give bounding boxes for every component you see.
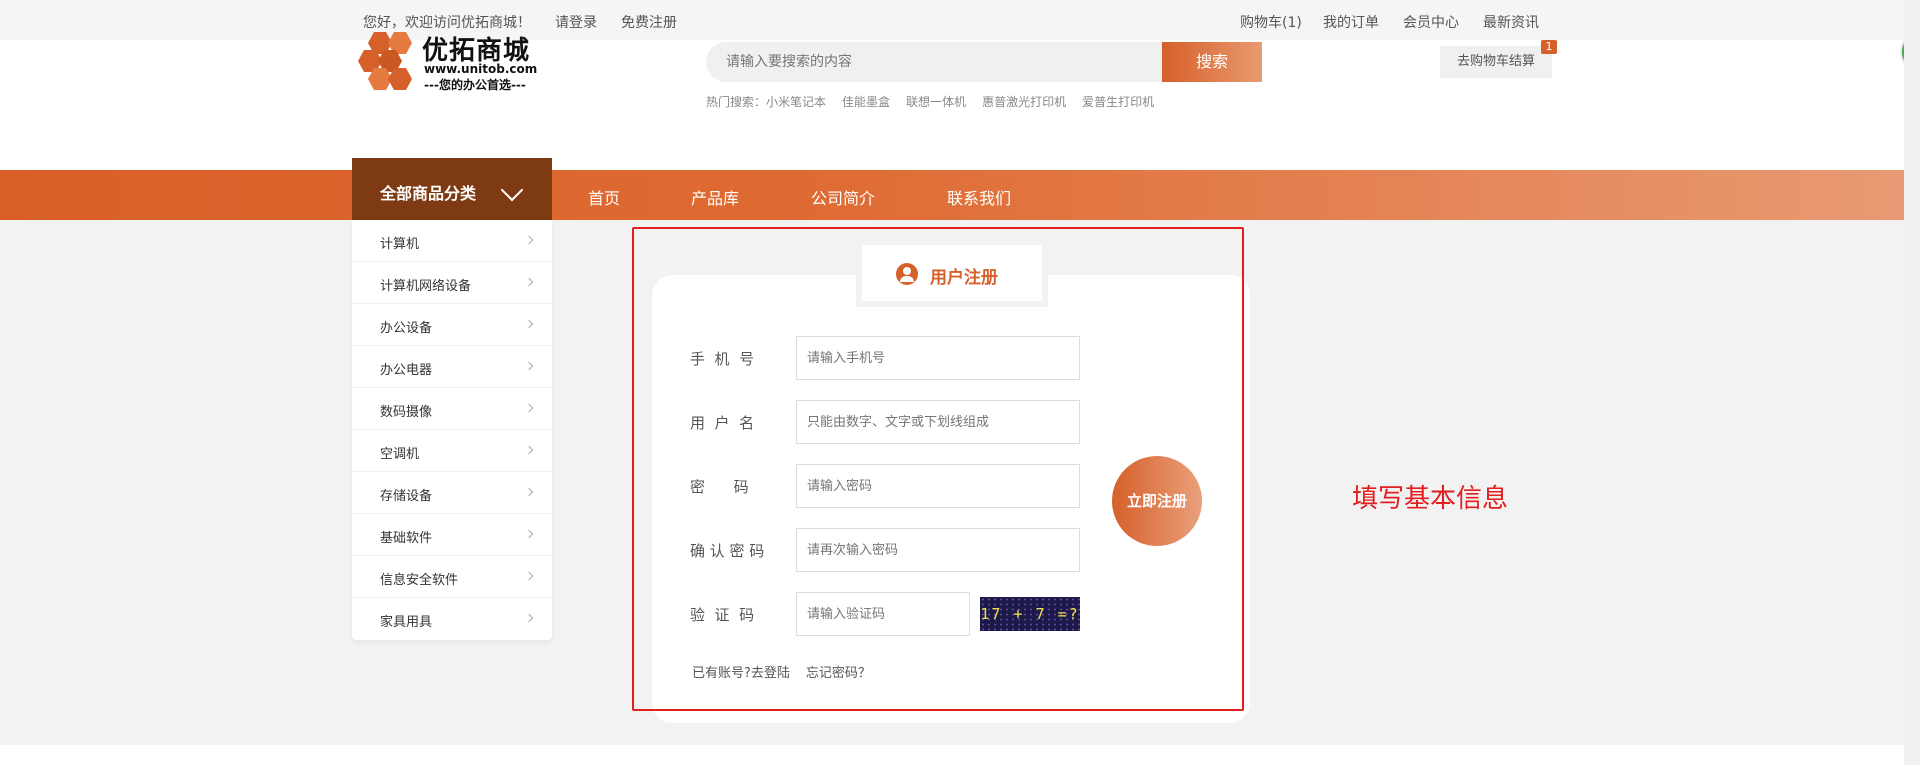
member-center-link[interactable]: 会员中心	[1403, 12, 1459, 32]
category-sidebar: 计算机 计算机网络设备 办公设备 办公电器 数码摄像 空调机 存储设备 基础软件…	[352, 220, 552, 640]
chevron-right-icon	[524, 445, 534, 455]
cart-count-badge: 1	[1541, 40, 1557, 54]
category-item[interactable]: 数码摄像	[352, 388, 552, 430]
category-item[interactable]: 存储设备	[352, 472, 552, 514]
login-link[interactable]: 请登录	[555, 12, 597, 32]
category-label: 存储设备	[380, 489, 433, 504]
search-button[interactable]: 搜索	[1162, 42, 1262, 82]
welcome-text: 您好，欢迎访问优拓商城！	[363, 15, 531, 31]
chevron-right-icon	[524, 487, 534, 497]
chevron-right-icon	[524, 235, 534, 245]
category-item[interactable]: 家具用具	[352, 598, 552, 640]
highlight-box	[632, 227, 1244, 711]
nav-company[interactable]: 公司简介	[811, 185, 875, 209]
logo-slogan: ---您的办公首选---	[424, 78, 526, 92]
annotation-text: 填写基本信息	[1352, 484, 1509, 514]
chevron-right-icon	[524, 571, 534, 581]
register-link[interactable]: 免费注册	[621, 12, 677, 32]
search-input[interactable]	[726, 42, 1146, 82]
logo-url: www.unitob.com	[424, 62, 538, 76]
category-item[interactable]: 空调机	[352, 430, 552, 472]
news-link[interactable]: 最新资讯	[1483, 12, 1539, 32]
scrollbar[interactable]	[1904, 0, 1920, 765]
all-categories-label: 全部商品分类	[380, 184, 477, 203]
category-item[interactable]: 办公设备	[352, 304, 552, 346]
hot-search-label: 热门搜索：	[706, 95, 767, 109]
nav-contact[interactable]: 联系我们	[947, 185, 1011, 209]
footer-strip	[0, 745, 1904, 765]
chevron-right-icon	[524, 319, 534, 329]
checkout-cart-button[interactable]: 去购物车结算	[1440, 46, 1552, 78]
chevron-down-icon	[500, 178, 524, 202]
category-label: 空调机	[380, 447, 420, 462]
orders-link[interactable]: 我的订单	[1323, 12, 1379, 32]
hot-search-item[interactable]: 小米笔记本	[766, 95, 826, 109]
category-label: 计算机网络设备	[380, 279, 472, 294]
nav-products[interactable]: 产品库	[691, 185, 739, 209]
chevron-right-icon	[524, 277, 534, 287]
category-label: 信息安全软件	[380, 573, 459, 588]
chevron-right-icon	[524, 529, 534, 539]
cart-link[interactable]: 购物车(1)	[1240, 12, 1302, 32]
hot-search-item[interactable]: 惠普激光打印机	[982, 95, 1066, 109]
chevron-right-icon	[524, 613, 534, 623]
hot-search-item[interactable]: 爱普生打印机	[1082, 95, 1154, 109]
category-label: 家具用具	[380, 615, 433, 630]
logo-hexagons-icon	[358, 32, 412, 90]
category-item[interactable]: 办公电器	[352, 346, 552, 388]
category-label: 办公设备	[380, 321, 433, 336]
category-label: 计算机	[380, 237, 420, 252]
nav-home[interactable]: 首页	[588, 185, 620, 209]
hot-searches: 热门搜索：小米笔记本 佳能墨盒 联想一体机 惠普激光打印机 爱普生打印机	[706, 93, 1170, 110]
all-categories-toggle[interactable]: 全部商品分类	[352, 158, 552, 220]
chevron-right-icon	[524, 361, 534, 371]
category-label: 基础软件	[380, 531, 433, 546]
category-item[interactable]: 基础软件	[352, 514, 552, 556]
hot-search-item[interactable]: 佳能墨盒	[842, 95, 890, 109]
category-label: 办公电器	[380, 363, 433, 378]
hot-search-item[interactable]: 联想一体机	[906, 95, 966, 109]
chevron-right-icon	[524, 403, 534, 413]
site-logo[interactable]: 优拓商城 www.unitob.com ---您的办公首选---	[352, 30, 537, 100]
top-bar: 您好，欢迎访问优拓商城！ 请登录 免费注册 购物车(1) 我的订单 会员中心 最…	[0, 0, 1904, 40]
category-label: 数码摄像	[380, 405, 433, 420]
category-item[interactable]: 计算机	[352, 220, 552, 262]
category-item[interactable]: 计算机网络设备	[352, 262, 552, 304]
category-item[interactable]: 信息安全软件	[352, 556, 552, 598]
